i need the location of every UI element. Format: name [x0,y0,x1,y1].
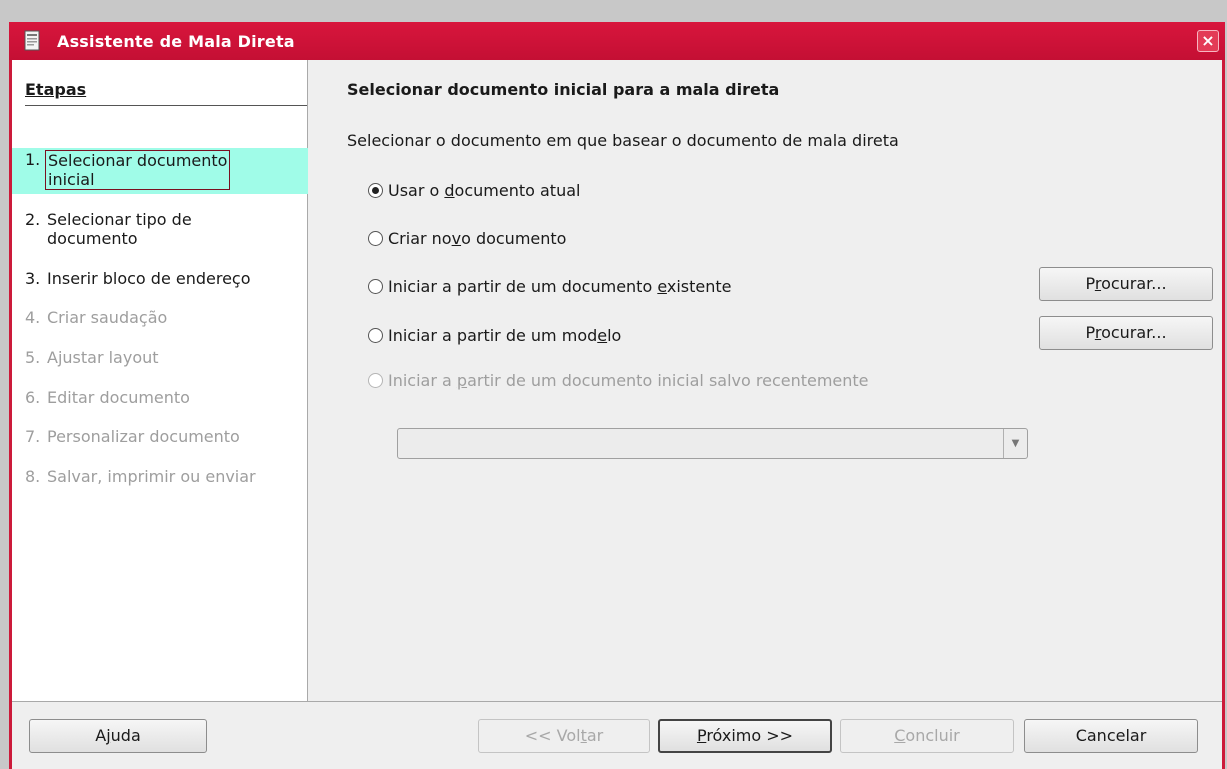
radio-label: Usar o documento atual [388,181,581,200]
button-bar: Ajuda << Voltar Próximo >> Concluir Canc… [12,701,1222,769]
title-bar[interactable]: Assistente de Mala Direta × [9,22,1225,60]
radio-button-checked[interactable] [368,183,383,198]
page-title: Selecionar documento inicial para a mala… [347,80,780,99]
step-number: 2. [25,210,41,229]
steps-sidebar: Etapas 1. Selecionar documento inicial 2. S… [12,60,308,701]
radio-button[interactable] [368,279,383,294]
step-label: Editar documento [47,388,190,407]
radio-create-new-document[interactable]: Criar novo documento [368,229,566,248]
step-label: Criar saudação [47,308,168,327]
step-insert-address-block[interactable]: 3. Inserir bloco de endereço [12,269,308,288]
radio-start-from-recent-document: Iniciar a partir de um documento inicial… [368,371,869,390]
chevron-down-icon: ▼ [1003,429,1027,458]
radio-label: Criar novo documento [388,229,567,248]
radio-label: Iniciar a partir de um documento inicial… [388,371,869,390]
step-label: Inserir bloco de endereço [47,269,251,288]
browse-existing-button[interactable]: Procurar... [1039,267,1213,301]
browse-template-button[interactable]: Procurar... [1039,316,1213,350]
close-icon[interactable]: × [1197,30,1219,52]
step-number: 4. [25,308,41,327]
step-create-salutation: 4. Criar saudação [12,308,308,327]
step-personalize-document: 7. Personalizar documento [12,427,308,446]
step-number: 1. [25,150,41,169]
step-edit-document: 6. Editar documento [12,388,308,407]
step-label: Ajustar layout [47,348,159,367]
recent-documents-dropdown: ▼ [397,428,1028,459]
step-label-cont: inicial [48,170,95,189]
radio-start-from-template[interactable]: Iniciar a partir de um modelo [368,326,621,345]
content-panel: Selecionar documento inicial para a mala… [309,60,1225,701]
step-number: 7. [25,427,41,446]
step-select-document-type[interactable]: 2. Selecionar tipo de documento [12,210,308,248]
radio-start-from-existing-document[interactable]: Iniciar a partir de um documento existen… [368,277,732,296]
step-label-cont: documento [47,229,138,248]
mail-merge-wizard-window: Assistente de Mala Direta × Etapas 1. Sel… [9,22,1225,769]
step-adjust-layout: 5. Ajustar layout [12,348,308,367]
step-label: Selecionar documento [48,151,228,170]
finish-button: Concluir [840,719,1014,753]
step-number: 6. [25,388,41,407]
radio-button [368,373,383,388]
window-title: Assistente de Mala Direta [57,32,295,51]
help-button[interactable]: Ajuda [29,719,207,753]
radio-use-current-document[interactable]: Usar o documento atual [368,181,580,200]
step-label: Salvar, imprimir ou enviar [47,467,256,486]
steps-heading: Etapas [25,80,307,106]
cancel-button[interactable]: Cancelar [1024,719,1198,753]
step-select-starting-document[interactable]: 1. Selecionar documento inicial [12,148,308,194]
step-number: 3. [25,269,41,288]
step-label: Personalizar documento [47,427,240,446]
radio-label: Iniciar a partir de um documento existen… [388,277,732,296]
page-description: Selecionar o documento em que basear o d… [347,131,899,150]
step-number: 5. [25,348,41,367]
step-label: Selecionar tipo de [47,210,192,229]
step-save-print-send: 8. Salvar, imprimir ou enviar [12,467,308,486]
radio-button[interactable] [368,328,383,343]
radio-label: Iniciar a partir de um modelo [388,326,622,345]
next-button[interactable]: Próximo >> [658,719,832,753]
back-button: << Voltar [478,719,650,753]
document-icon [24,30,40,51]
radio-button[interactable] [368,231,383,246]
step-number: 8. [25,467,41,486]
